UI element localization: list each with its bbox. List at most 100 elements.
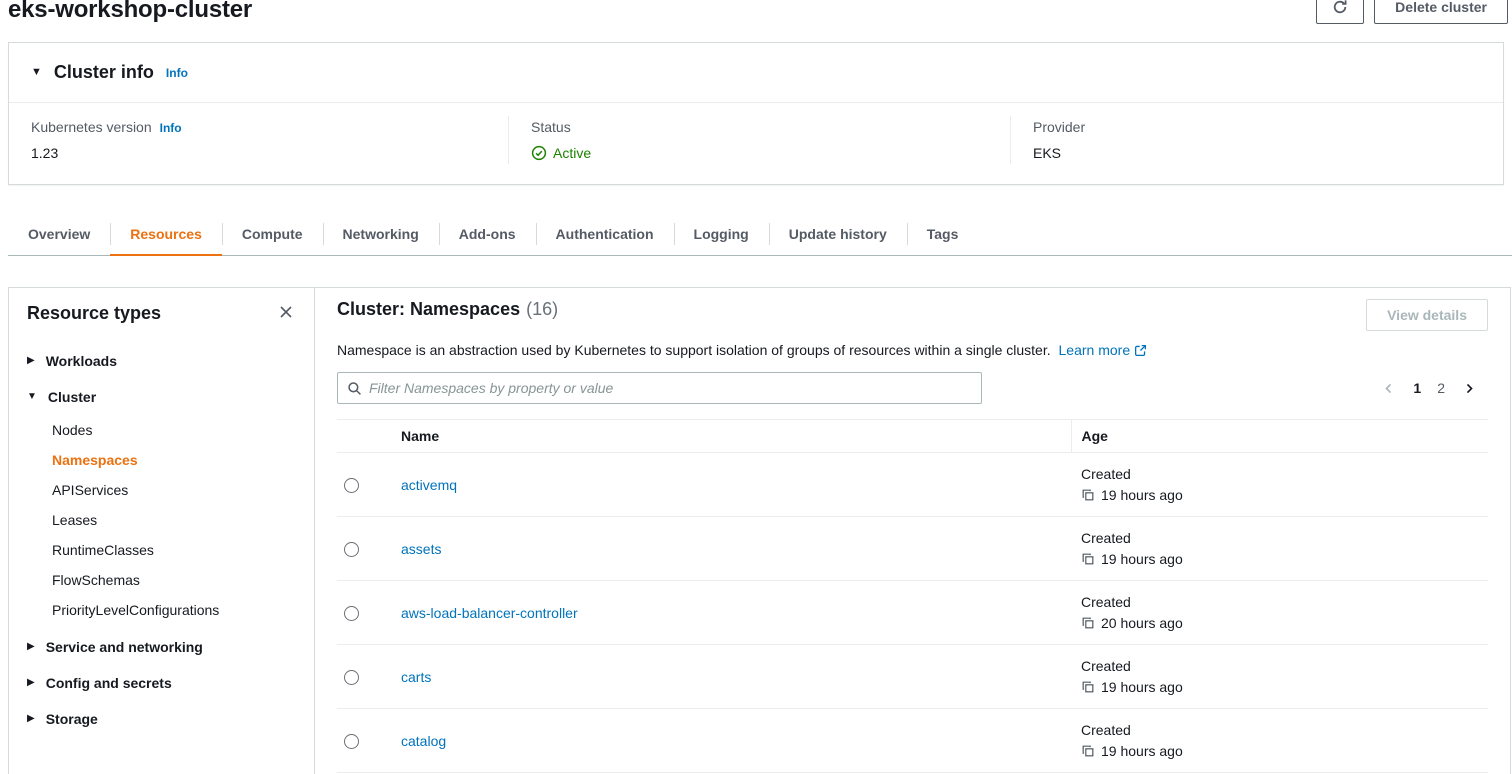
resource-tree: ▶ Workloads ▼ Cluster Nodes Namespaces A… [27, 343, 296, 737]
page-number-2[interactable]: 2 [1437, 380, 1445, 396]
field-status: Status Active [509, 116, 1011, 164]
copy-icon[interactable] [1081, 488, 1095, 502]
tree-item-prioritylevelconfigurations[interactable]: PriorityLevelConfigurations [52, 595, 296, 625]
row-radio-button[interactable] [344, 670, 359, 685]
copy-icon[interactable] [1081, 680, 1095, 694]
tree-item-apiservices[interactable]: APIServices [52, 475, 296, 505]
namespaces-description: Namespace is an abstraction used by Kube… [337, 340, 1488, 360]
tree-item-namespaces[interactable]: Namespaces [52, 445, 296, 475]
tree-item-nodes[interactable]: Nodes [52, 415, 296, 445]
tree-group-storage[interactable]: ▶ Storage [27, 701, 296, 737]
copy-icon[interactable] [1081, 744, 1095, 758]
tree-item-leases[interactable]: Leases [52, 505, 296, 535]
kubernetes-version-info-link[interactable]: Info [160, 121, 182, 135]
tree-group-service-and-networking[interactable]: ▶ Service and networking [27, 629, 296, 665]
namespace-link[interactable]: aws-load-balancer-controller [401, 605, 578, 621]
tab-update-history[interactable]: Update history [769, 214, 907, 255]
created-label: Created [1081, 722, 1478, 738]
namespaces-count: (16) [526, 299, 558, 319]
status-value: Active [553, 145, 591, 161]
header-actions: Delete cluster [1316, 0, 1508, 24]
tab-networking[interactable]: Networking [323, 214, 439, 255]
tab-authentication[interactable]: Authentication [536, 214, 674, 255]
tree-group-config-and-secrets[interactable]: ▶ Config and secrets [27, 665, 296, 701]
created-label: Created [1081, 466, 1478, 482]
tab-compute[interactable]: Compute [222, 214, 323, 255]
cluster-info-body: Kubernetes version Info 1.23 Status Acti… [9, 103, 1503, 177]
tree-group-label: Workloads [46, 353, 117, 369]
cluster-info-info-link[interactable]: Info [166, 66, 188, 80]
kubernetes-version-value: 1.23 [31, 145, 486, 161]
tab-add-ons[interactable]: Add-ons [439, 214, 536, 255]
cluster-info-title: Cluster info [54, 62, 154, 83]
tree-group-workloads[interactable]: ▶ Workloads [27, 343, 296, 379]
tree-group-label: Storage [46, 711, 98, 727]
table-row: catalog Created 19 hours ago [337, 709, 1488, 773]
namespace-link[interactable]: catalog [401, 733, 446, 749]
next-page-button[interactable] [1461, 380, 1478, 397]
eks-cluster-page: eks-workshop-cluster Delete cluster ▼ Cl… [0, 0, 1512, 774]
close-panel-button[interactable] [276, 302, 296, 325]
tree-group-label: Config and secrets [46, 675, 172, 691]
previous-page-button[interactable] [1380, 380, 1397, 397]
selection-column-header [337, 420, 391, 453]
age-value: 19 hours ago [1101, 743, 1183, 759]
namespaces-title: Cluster: Namespaces(16) [337, 299, 558, 320]
age-value: 20 hours ago [1101, 615, 1183, 631]
column-header-name: Name [391, 420, 1071, 453]
caret-right-icon: ▶ [27, 642, 35, 652]
external-link-icon [1134, 344, 1147, 357]
tab-resources[interactable]: Resources [110, 214, 222, 255]
delete-cluster-button[interactable]: Delete cluster [1374, 0, 1508, 24]
chevron-right-icon [1463, 382, 1476, 395]
row-radio-button[interactable] [344, 478, 359, 493]
field-label: Status [531, 119, 571, 135]
tree-group-label: Service and networking [46, 639, 203, 655]
copy-icon[interactable] [1081, 616, 1095, 630]
close-icon [278, 304, 294, 320]
field-label: Provider [1033, 119, 1085, 135]
field-kubernetes-version: Kubernetes version Info 1.23 [9, 116, 509, 164]
check-circle-icon [531, 145, 547, 161]
caret-down-icon: ▼ [31, 67, 42, 78]
row-radio-button[interactable] [344, 542, 359, 557]
namespace-link[interactable]: activemq [401, 477, 457, 493]
chevron-left-icon [1382, 382, 1395, 395]
field-label: Kubernetes version [31, 119, 152, 135]
tab-tags[interactable]: Tags [907, 214, 979, 255]
row-radio-button[interactable] [344, 734, 359, 749]
filter-input[interactable] [369, 380, 972, 396]
age-value: 19 hours ago [1101, 487, 1183, 503]
namespace-link[interactable]: assets [401, 541, 441, 557]
caret-down-icon: ▼ [27, 392, 37, 402]
refresh-button[interactable] [1316, 0, 1364, 24]
copy-icon[interactable] [1081, 552, 1095, 566]
caret-right-icon: ▶ [27, 356, 35, 366]
cluster-info-header[interactable]: ▼ Cluster info Info [9, 43, 1503, 103]
field-provider: Provider EKS [1011, 116, 1503, 164]
caret-right-icon: ▶ [27, 678, 35, 688]
resource-types-title: Resource types [27, 303, 161, 324]
tree-item-flowschemas[interactable]: FlowSchemas [52, 565, 296, 595]
tab-overview[interactable]: Overview [8, 214, 110, 255]
resources-split-panel: Resource types ▶ Workloads ▼ [8, 287, 1511, 774]
status-badge: Active [531, 145, 988, 161]
age-value: 19 hours ago [1101, 551, 1183, 567]
created-label: Created [1081, 594, 1478, 610]
namespace-link[interactable]: carts [401, 669, 431, 685]
cluster-info-card: ▼ Cluster info Info Kubernetes version I… [8, 42, 1504, 185]
row-radio-button[interactable] [344, 606, 359, 621]
refresh-icon [1332, 0, 1348, 15]
tree-item-runtimeclasses[interactable]: RuntimeClasses [52, 535, 296, 565]
filter-input-container [337, 372, 982, 404]
pagination: 1 2 [1380, 380, 1478, 397]
page-title: eks-workshop-cluster [8, 0, 252, 24]
page-number-1[interactable]: 1 [1413, 380, 1421, 396]
table-row: carts Created 19 hours ago [337, 645, 1488, 709]
tab-logging[interactable]: Logging [674, 214, 769, 255]
learn-more-link[interactable]: Learn more [1059, 340, 1148, 360]
tree-group-cluster[interactable]: ▼ Cluster [27, 379, 296, 415]
table-row: assets Created 19 hours ago [337, 517, 1488, 581]
table-row: aws-load-balancer-controller Created 20 … [337, 581, 1488, 645]
view-details-button[interactable]: View details [1366, 299, 1488, 331]
